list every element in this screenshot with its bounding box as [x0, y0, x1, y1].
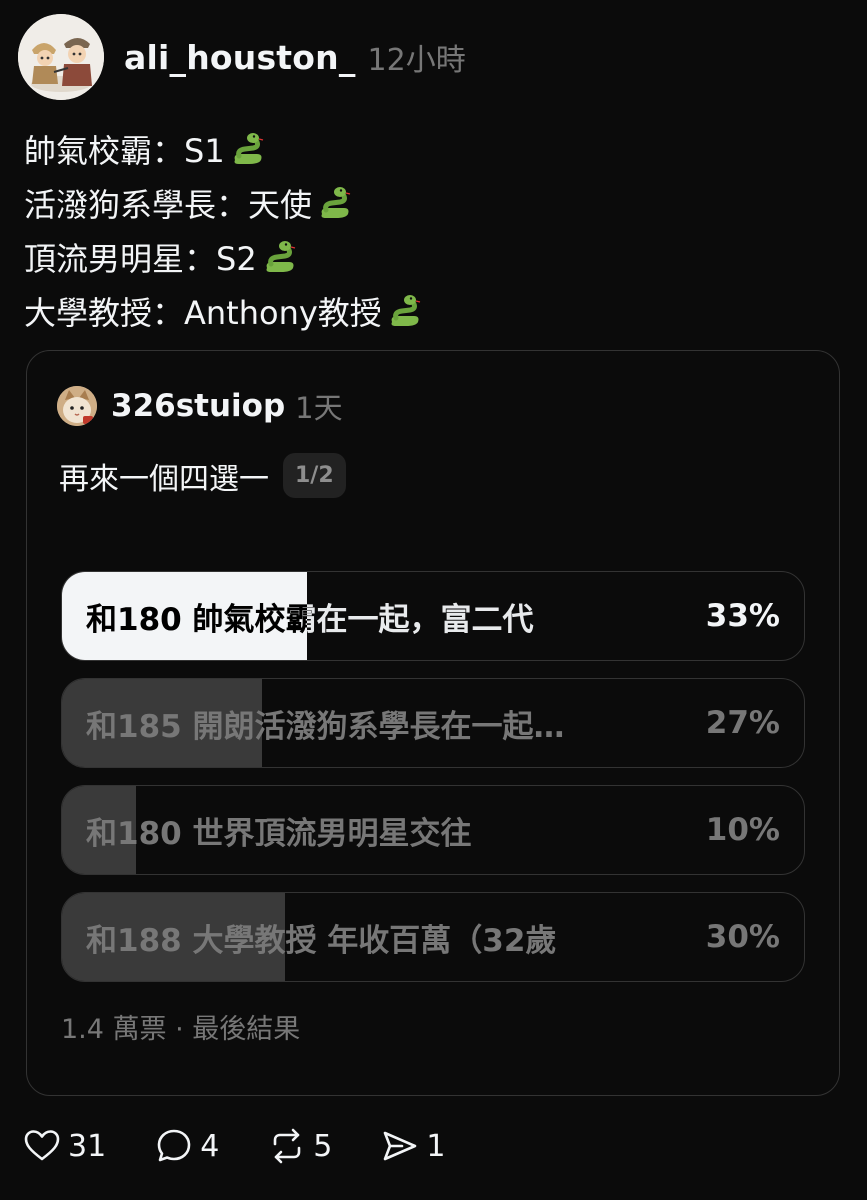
like-button[interactable]: 31 [22, 1126, 106, 1166]
share-button[interactable]: 1 [380, 1126, 445, 1166]
snake-emoji-icon [266, 241, 295, 272]
heart-icon [24, 1130, 60, 1161]
post-line: 活潑狗系學長：天使 [24, 176, 844, 230]
post-line: 頂流男明星：S2 [24, 230, 844, 284]
comment-count: 4 [200, 1128, 220, 1164]
post-line: 大學教授：Anthony教授 [24, 284, 844, 338]
poll-option[interactable]: 和188 大學教授 年收百萬（32歲 30% [61, 892, 805, 982]
post-header: ali_houston_ 12小時 [18, 14, 466, 100]
poll-option-percent: 33% [705, 598, 780, 634]
repost-button[interactable]: 5 [267, 1126, 332, 1166]
like-count: 31 [68, 1128, 107, 1164]
poll-option-percent: 10% [705, 812, 780, 848]
quoted-text-row: 再來一個四選一 1/2 [59, 453, 346, 498]
quoted-text: 再來一個四選一 [59, 461, 269, 497]
send-icon [384, 1131, 417, 1161]
post-username[interactable]: ali_houston_ [124, 38, 356, 77]
snake-emoji-icon [234, 133, 263, 164]
post-line-text: 活潑狗系學長：天使 [24, 186, 313, 224]
snake-emoji-icon [321, 187, 351, 218]
comment-button[interactable]: 4 [154, 1126, 219, 1166]
post-line-text: 大學教授：Anthony教授 [24, 294, 382, 332]
poll-option[interactable]: 和180 帥氣校霸在一起，富二代 33% [61, 571, 805, 661]
poll-option-label: 和185 開朗活潑狗系學長在一起… [86, 708, 565, 745]
post-body: 帥氣校霸：S1 活潑狗系學長：天使 頂流男明星：S2 大學教授：Anthony教… [24, 122, 844, 338]
page-badge[interactable]: 1/2 [283, 453, 346, 498]
snake-emoji-icon [391, 295, 420, 326]
post-line: 帥氣校霸：S1 [24, 122, 844, 176]
quoted-avatar[interactable] [57, 386, 97, 426]
poll-option-label: 和180 世界頂流男明星交往 [86, 815, 472, 852]
quoted-timestamp: 1天 [295, 391, 343, 425]
post-timestamp: 12小時 [367, 43, 466, 78]
post-actions: 31 4 5 1 [22, 1124, 493, 1168]
poll-option-label: 和188 大學教授 年收百萬（32歲 [86, 922, 557, 959]
post-line-text: 頂流男明星：S2 [24, 240, 257, 278]
repost-icon [273, 1128, 301, 1164]
quoted-post-card[interactable]: 326stuiop 1天 再來一個四選一 1/2 和180 帥氣校霸在一起，富二… [26, 350, 840, 1096]
quoted-username[interactable]: 326stuiop [111, 388, 285, 424]
repost-count: 5 [313, 1128, 333, 1164]
avatar[interactable] [18, 14, 104, 100]
poll-option-percent: 27% [705, 705, 780, 741]
poll-option-percent: 30% [705, 919, 780, 955]
poll: 和180 帥氣校霸在一起，富二代 33% 和185 開朗活潑狗系學長在一起… 2… [61, 571, 805, 999]
quoted-post-header: 326stuiop 1天 [57, 385, 343, 427]
cat-avatar-icon [57, 386, 97, 426]
post-line-text: 帥氣校霸：S1 [24, 132, 225, 170]
share-count: 1 [426, 1128, 446, 1164]
poll-option-label: 和180 帥氣校霸在一起，富二代 [86, 601, 534, 638]
avatar-illustration-icon [18, 14, 104, 100]
poll-option[interactable]: 和185 開朗活潑狗系學長在一起… 27% [61, 678, 805, 768]
poll-footer: 1.4 萬票 · 最後結果 [61, 1014, 301, 1045]
poll-option[interactable]: 和180 世界頂流男明星交往 10% [61, 785, 805, 875]
comment-bubble-icon [157, 1129, 191, 1162]
